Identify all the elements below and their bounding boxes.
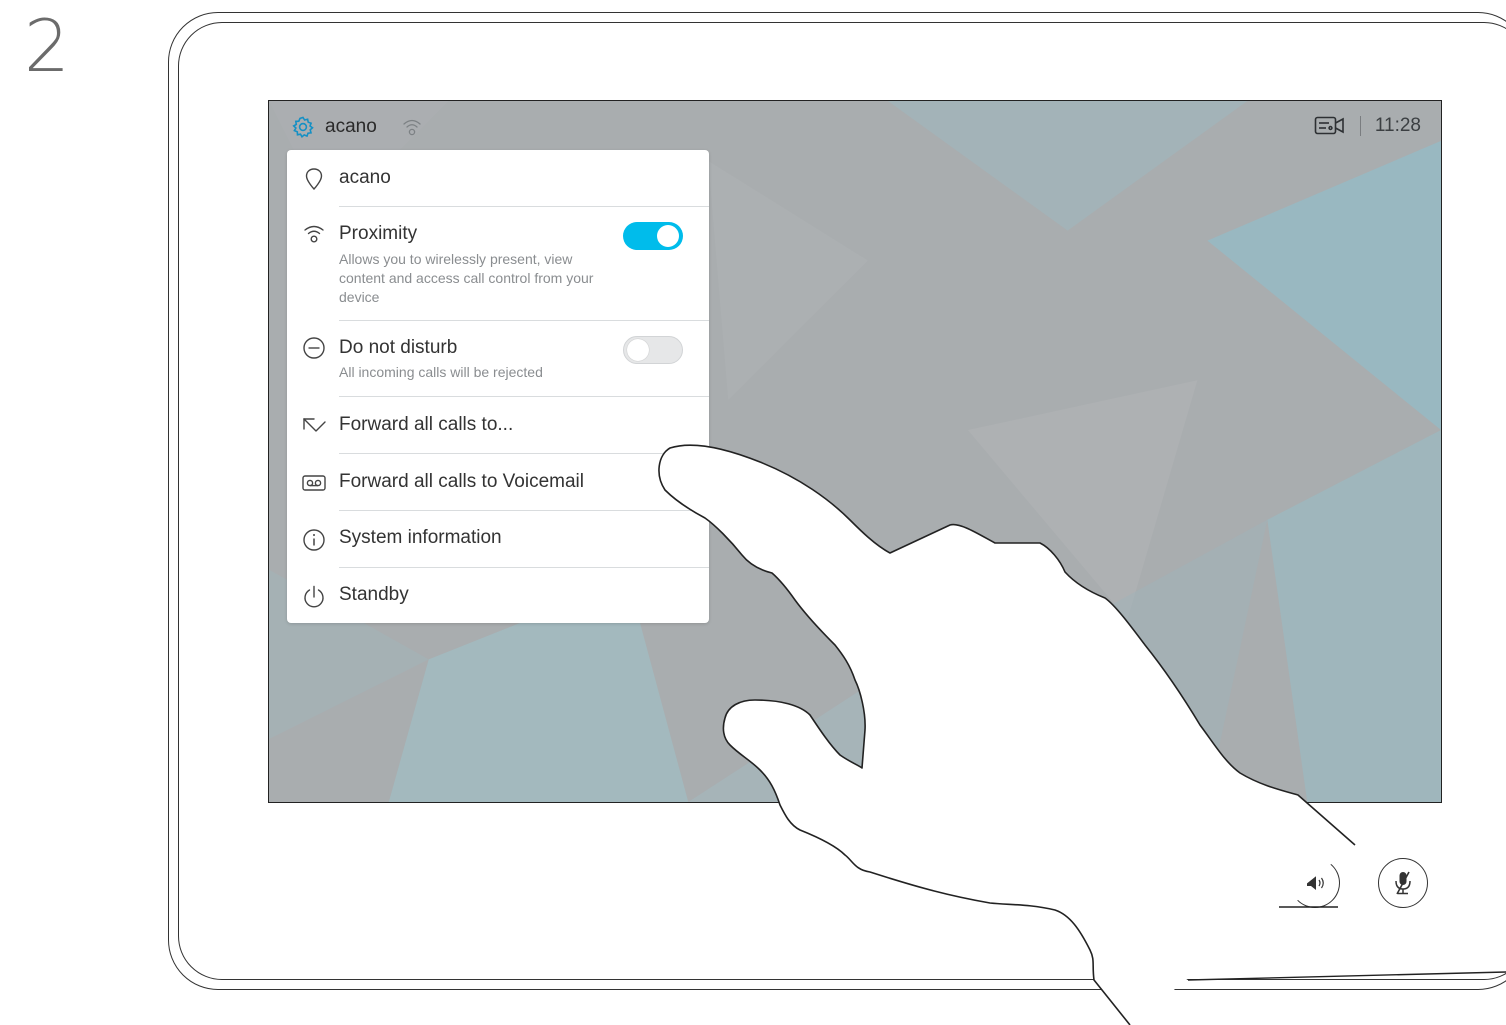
touch-screen: acano 11:28 acano Proximity Allows you t… [268,100,1442,803]
menu-item-label: Forward all calls to Voicemail [339,471,584,492]
menu-item-label: Do not disturb [339,337,458,358]
do-not-disturb-toggle[interactable] [623,336,683,364]
power-icon [304,585,324,608]
menu-item-description: Allows you to wirelessly present, view c… [339,251,594,305]
minus-circle-icon [303,337,325,359]
menu-item-forward-all[interactable]: Forward all calls to... [287,397,709,454]
menu-item-proximity[interactable]: Proximity Allows you to wirelessly prese… [287,207,709,321]
settings-menu: acano Proximity Allows you to wirelessly… [287,150,709,623]
toggle-knob [657,225,679,247]
menu-item-forward-voicemail[interactable]: Forward all calls to Voicemail [287,454,709,511]
proximity-toggle[interactable] [623,222,683,250]
toggle-knob [627,339,649,361]
status-left[interactable]: acano [291,115,423,139]
wireless-icon [403,119,421,136]
menu-item-description: All incoming calls will be rejected [339,364,543,380]
microphone-muted-icon [1395,871,1411,895]
forward-arrow-icon [303,418,326,432]
wireless-icon [304,225,324,243]
status-separator [1359,116,1361,136]
menu-item-label: Proximity [339,223,418,244]
volume-icon [1307,876,1324,890]
location-pin-icon [305,168,323,191]
mute-microphone-button[interactable] [1378,858,1428,908]
menu-item-location[interactable]: acano [287,150,709,207]
menu-item-system-info[interactable]: System information [287,511,709,568]
menu-item-standby[interactable]: Standby [287,568,709,623]
status-right: 11:28 [1314,115,1421,137]
volume-button[interactable] [1290,858,1340,908]
device-name[interactable]: acano [325,116,377,138]
menu-item-do-not-disturb[interactable]: Do not disturb All incoming calls will b… [287,321,709,397]
clock: 11:28 [1374,115,1421,136]
menu-item-label: acano [339,167,391,188]
menu-item-label: Standby [339,584,409,605]
step-number: 2 [24,4,70,88]
status-bar: acano 11:28 [269,101,1441,151]
gear-icon[interactable] [291,115,315,139]
info-icon [303,529,325,551]
menu-item-label: Forward all calls to... [339,414,514,435]
menu-item-label: System information [339,527,502,548]
voicemail-icon [302,475,326,491]
camera-status-icon[interactable] [1314,115,1346,137]
